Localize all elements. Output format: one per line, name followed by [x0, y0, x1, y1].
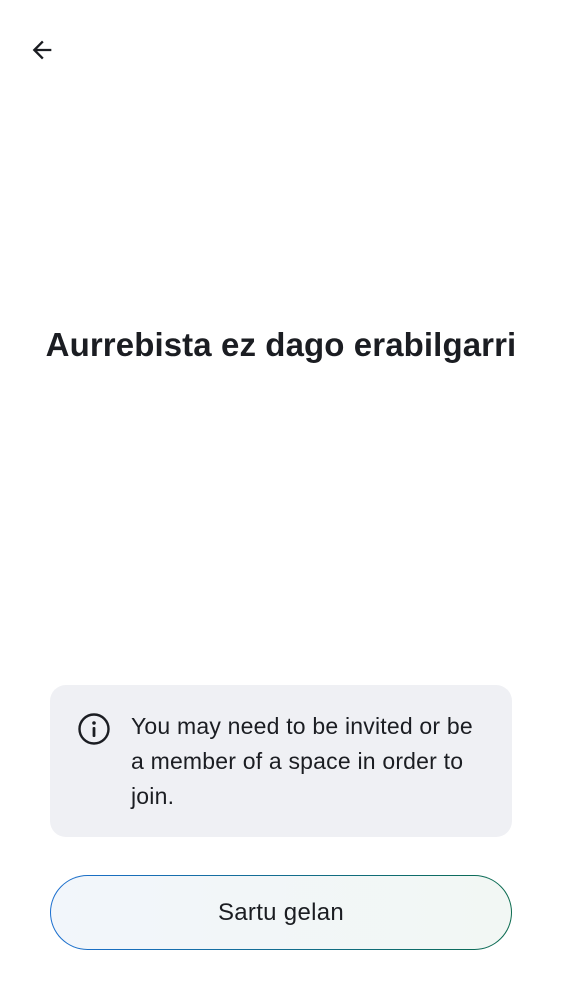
room-preview-screen: Aurrebista ez dago erabilgarri You may n… — [0, 0, 562, 1000]
join-room-button[interactable]: Sartu gelan — [50, 875, 512, 950]
arrow-left-icon — [32, 40, 52, 60]
page-title: Aurrebista ez dago erabilgarri — [45, 326, 517, 363]
notice-text: You may need to be invited or be a membe… — [131, 713, 473, 809]
info-icon — [78, 713, 110, 745]
back-button[interactable] — [20, 28, 64, 72]
info-notice: You may need to be invited or be a membe… — [50, 685, 512, 837]
